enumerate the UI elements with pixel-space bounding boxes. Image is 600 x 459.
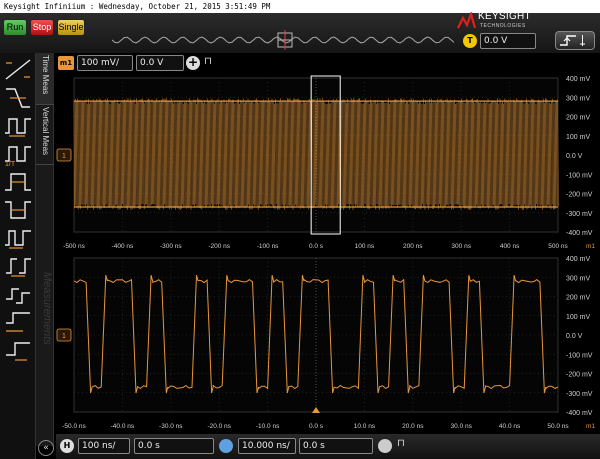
tab-vertical-meas[interactable]: Vertical Meas [36,105,54,165]
x-tick-label: 40.0 ns [499,423,521,430]
x-tick-label: -400 ns [112,243,134,250]
acquisition-icon[interactable] [378,439,392,453]
main-waveform-panel[interactable]: 400 mV 300 mV 200 mV 100 mV 0.0 V -100 mV -200… [56,75,595,250]
y-tick-label: 200 mV [566,115,590,122]
fall-time-icon[interactable] [3,85,33,111]
stop-button[interactable]: Stop [30,19,54,36]
trigger-badge[interactable]: T [463,34,477,48]
y-tick-label: -200 mV [566,372,593,379]
x-tick-label: 10.0 ns [354,423,376,430]
y-tick-label: -300 mV [566,391,593,398]
x-tick-label: -10.0 ns [256,423,280,430]
series-label: m1 [586,423,595,430]
y-tick-label: -200 mV [566,192,593,199]
setup-time-icon[interactable] [3,309,33,335]
y-tick-label: 200 mV [566,295,590,302]
x-tick-label: 300 ns [451,243,471,250]
y-tick-label: 400 mV [566,256,590,263]
horizontal-position-field[interactable]: 0.0 s [134,438,214,454]
x-tick-label: 200 ns [403,243,423,250]
acquisition-timeline[interactable] [112,30,454,50]
y-tick-label: 0.0 V [566,333,583,340]
ground-marker-label: 1 [62,333,66,340]
measurement-palette: 1/T [0,53,36,459]
svg-text:1/T: 1/T [5,161,16,167]
side-tabs: Time Meas Vertical Meas [36,53,54,446]
x-tick-label: -500 ns [63,243,85,250]
channel-controls: m1 100 mV/ 0.0 V + ⊓ [56,54,600,72]
channel-scale-field[interactable]: 100 mV/ [77,55,133,71]
x-tick-label: -300 ns [160,243,182,250]
run-button[interactable]: Run [3,19,27,36]
period-icon[interactable] [3,113,33,139]
negative-width-icon[interactable] [3,197,33,223]
frequency-icon[interactable]: 1/T [3,141,33,167]
x-tick-label: -20.0 ns [207,423,231,430]
y-tick-label: 0.0 V [566,153,583,160]
y-tick-label: -400 mV [566,410,593,417]
pin-icon[interactable]: ⊓ [202,56,214,70]
y-tick-label: -100 mV [566,352,593,359]
trigger-mode-button[interactable] [555,31,595,50]
horizontal-scale-field[interactable]: 100 ns/ [78,438,130,454]
brand-tagline: TECHNOLOGIES [480,23,526,29]
y-tick-label: -400 mV [566,230,593,237]
x-tick-label: -100 ns [257,243,279,250]
x-tick-label: 30.0 ns [451,423,473,430]
waveform-display[interactable]: 400 mV 300 mV 200 mV 100 mV 0.0 V -100 mV -200… [56,72,600,434]
x-tick-label: 500 ns [548,243,568,250]
y-tick-label: 400 mV [566,76,590,83]
duty-cycle-icon[interactable] [3,225,33,251]
channel-badge[interactable]: m1 [58,56,74,70]
zoom-waveform-panel[interactable]: 400 mV 300 mV 200 mV 100 mV 0.0 V -100 mV -200… [56,256,595,430]
y-tick-label: -300 mV [566,211,593,218]
y-tick-label: 100 mV [566,134,590,141]
x-tick-label: -200 ns [208,243,230,250]
expand-icon[interactable]: « [38,440,54,456]
y-tick-label: 100 mV [566,314,590,321]
single-button[interactable]: Single [57,19,85,36]
x-tick-label: -30.0 ns [159,423,183,430]
x-tick-label: 20.0 ns [402,423,424,430]
positive-width-icon[interactable] [3,169,33,195]
x-tick-label: 0.0 s [309,423,324,430]
y-tick-label: 300 mV [566,95,590,102]
tab-time-meas[interactable]: Time Meas [36,53,54,105]
x-tick-label: 100 ns [355,243,375,250]
x-tick-label: -50.0 ns [62,423,86,430]
add-waveform-button[interactable]: + [186,56,200,70]
rise-time-icon[interactable] [3,57,33,83]
y-tick-label: 300 mV [566,275,590,282]
brand-name: KEYSIGHT [478,11,531,22]
trigger-level-field[interactable]: 0.0 V [480,33,536,49]
ground-marker-label: 1 [62,153,66,160]
hold-time-icon[interactable] [3,337,33,363]
zoom-icon[interactable] [219,439,233,453]
pin-icon[interactable]: ⊓ [397,438,409,452]
zoom-position-field[interactable]: 0.0 s [299,438,373,454]
y-tick-label: -100 mV [566,172,593,179]
horizontal-badge[interactable]: H [60,439,74,453]
x-tick-label: -40.0 ns [111,423,135,430]
x-tick-label: 400 ns [500,243,520,250]
series-label: m1 [586,243,595,250]
x-tick-label: 0.0 s [309,243,324,250]
zoom-scale-field[interactable]: 10.000 ns/ [238,438,296,454]
phase-icon[interactable] [3,281,33,307]
trigger-edge-icon [560,35,585,46]
delta-time-icon[interactable] [3,253,33,279]
channel-offset-field[interactable]: 0.0 V [136,55,184,71]
horizontal-controls: H 100 ns/ 0.0 s 10.000 ns/ 0.0 s ⊓ [56,434,600,459]
x-tick-label: 50.0 ns [547,423,569,430]
